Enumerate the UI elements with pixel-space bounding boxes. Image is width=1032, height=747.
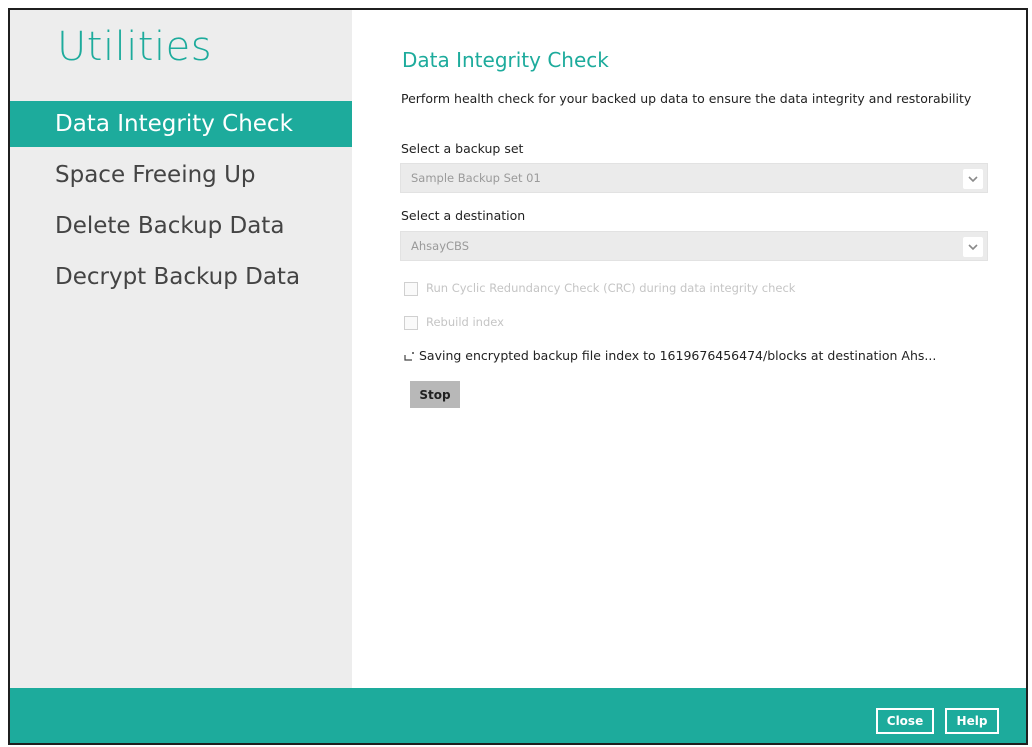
backup-set-select[interactable]: Sample Backup Set 01 <box>400 163 988 193</box>
backup-set-value: Sample Backup Set 01 <box>411 171 541 185</box>
sidebar-item-data-integrity-check[interactable]: Data Integrity Check <box>10 101 352 147</box>
sidebar-title: Utilities <box>57 24 213 70</box>
spinner-icon <box>403 349 415 363</box>
chevron-down-icon <box>963 169 983 189</box>
sidebar: Utilities Data Integrity Check Space Fre… <box>10 10 352 688</box>
sidebar-item-decrypt-backup-data[interactable]: Decrypt Backup Data <box>10 254 352 300</box>
description: Perform health check for your backed up … <box>401 91 972 106</box>
status-row: Saving encrypted backup file index to 16… <box>403 348 936 363</box>
crc-option-label: Run Cyclic Redundancy Check (CRC) during… <box>426 281 796 295</box>
chevron-down-icon <box>963 237 983 257</box>
sidebar-item-delete-backup-data[interactable]: Delete Backup Data <box>10 203 352 249</box>
destination-select[interactable]: AhsayCBS <box>400 231 988 261</box>
page-title: Data Integrity Check <box>402 48 609 72</box>
rebuild-index-option[interactable]: Rebuild index <box>404 315 504 331</box>
utilities-window: Utilities Data Integrity Check Space Fre… <box>8 8 1028 745</box>
rebuild-index-label: Rebuild index <box>426 315 504 329</box>
destination-label: Select a destination <box>401 208 526 223</box>
crc-option[interactable]: Run Cyclic Redundancy Check (CRC) during… <box>404 281 795 297</box>
close-button[interactable]: Close <box>876 708 934 734</box>
status-text: Saving encrypted backup file index to 16… <box>419 348 937 363</box>
destination-value: AhsayCBS <box>411 239 470 253</box>
stop-button[interactable]: Stop <box>410 381 460 408</box>
main-panel: Data Integrity Check Perform health chec… <box>352 10 1026 688</box>
help-button[interactable]: Help <box>945 708 999 734</box>
footer: Close Help <box>10 688 1026 743</box>
crc-checkbox[interactable] <box>404 281 418 296</box>
sidebar-item-space-freeing-up[interactable]: Space Freeing Up <box>10 152 352 198</box>
rebuild-index-checkbox[interactable] <box>404 315 418 330</box>
backup-set-label: Select a backup set <box>401 141 524 156</box>
